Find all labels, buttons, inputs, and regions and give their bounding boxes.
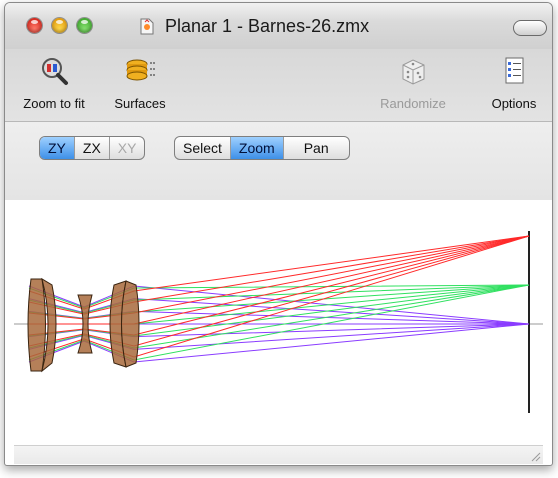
app-window: Planar 1 - Barnes-26.zmx Zoom to fit Sur… bbox=[4, 2, 553, 466]
zoom-mode-button[interactable]: Zoom bbox=[230, 137, 284, 159]
select-mode-button[interactable]: Select bbox=[175, 137, 231, 159]
surfaces-icon bbox=[126, 59, 155, 81]
lens-group bbox=[27, 277, 140, 373]
ray-purple bbox=[28, 323, 530, 350]
view-zy-button[interactable]: ZY bbox=[40, 137, 75, 159]
title-bar[interactable]: Planar 1 - Barnes-26.zmx bbox=[5, 3, 552, 49]
ray-bundle bbox=[28, 235, 530, 363]
randomize-label: Randomize bbox=[380, 96, 446, 111]
ray-red bbox=[29, 235, 530, 325]
pan-mode-button[interactable]: Pan bbox=[284, 137, 349, 159]
horizontal-scrollbar[interactable] bbox=[14, 445, 543, 464]
ray-green bbox=[29, 284, 530, 325]
ray-purple bbox=[28, 323, 530, 338]
lens-element-5 bbox=[121, 280, 140, 368]
mouse-mode-segmented-control: Select Zoom Pan bbox=[174, 136, 350, 160]
ray-trace-canvas[interactable] bbox=[14, 203, 543, 445]
lens-element-1 bbox=[27, 278, 46, 372]
options-icon bbox=[505, 57, 524, 84]
dice-icon bbox=[402, 59, 425, 85]
ray-diagram bbox=[14, 231, 543, 413]
close-button[interactable] bbox=[27, 18, 42, 33]
randomize-button[interactable]: Randomize bbox=[371, 55, 455, 111]
view-controls: ZY ZX XY Select Zoom Pan bbox=[5, 122, 552, 200]
surfaces-button[interactable]: Surfaces bbox=[105, 55, 175, 111]
ray-green bbox=[28, 284, 530, 361]
options-button[interactable]: Options bbox=[479, 55, 549, 111]
resize-grip-icon[interactable] bbox=[529, 450, 541, 462]
ray-purple bbox=[28, 323, 530, 363]
view-axis-segmented-control: ZY ZX XY bbox=[39, 136, 146, 160]
minimize-button[interactable] bbox=[52, 18, 67, 33]
toolbar: Zoom to fit Surfaces Randomize Options bbox=[5, 49, 552, 122]
options-label: Options bbox=[491, 96, 537, 111]
zoom-to-fit-icon bbox=[42, 58, 68, 85]
surfaces-label: Surfaces bbox=[114, 96, 166, 111]
view-zx-button[interactable]: ZX bbox=[75, 137, 110, 159]
zoom-window-button[interactable] bbox=[77, 18, 92, 33]
window-title: Planar 1 - Barnes-26.zmx bbox=[165, 16, 370, 36]
zoom-to-fit-label: Zoom to fit bbox=[23, 96, 85, 111]
ray-green bbox=[28, 284, 530, 309]
zoom-to-fit-button[interactable]: Zoom to fit bbox=[7, 55, 101, 111]
document-icon bbox=[140, 18, 154, 35]
view-xy-button[interactable]: XY bbox=[110, 137, 145, 159]
toolbar-toggle-button[interactable] bbox=[513, 20, 547, 36]
